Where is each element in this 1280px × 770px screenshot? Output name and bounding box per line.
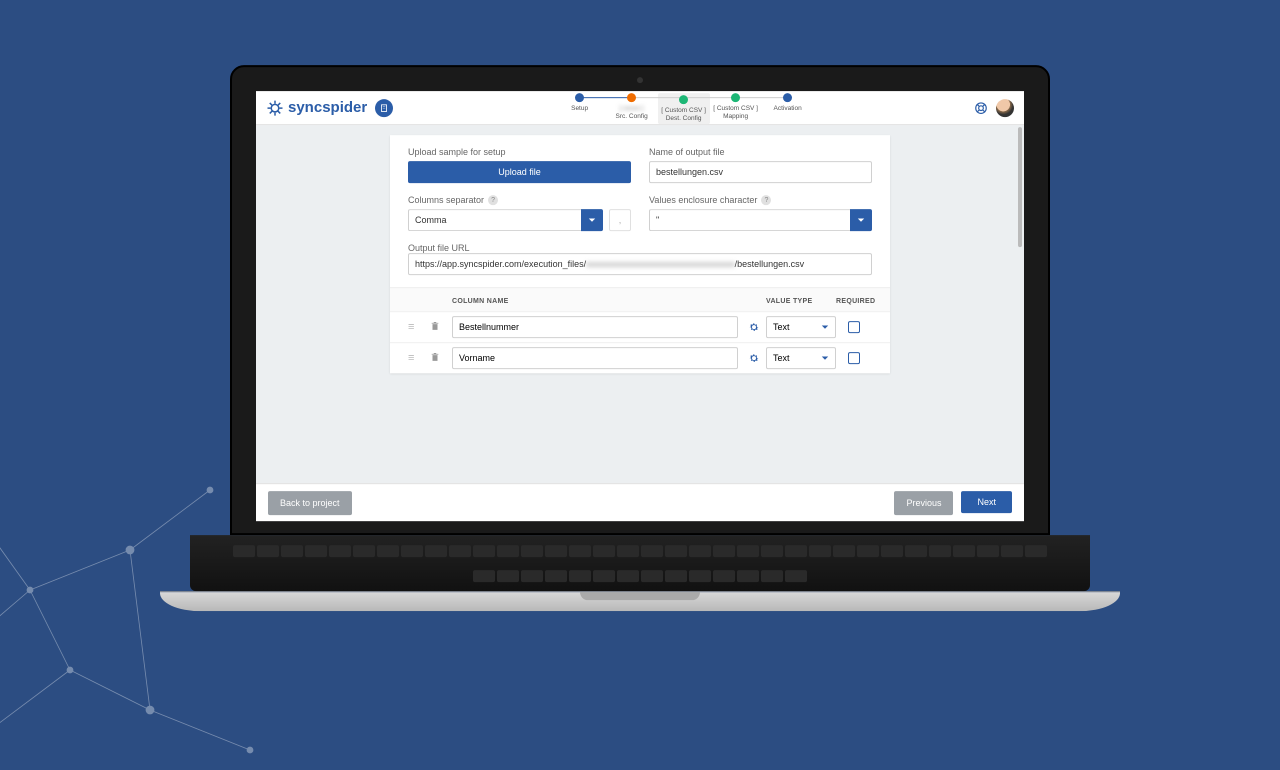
chevron-down-icon [821, 323, 829, 331]
separator-char-box: , [609, 209, 631, 231]
app-screen: syncspider Setup [ xxxxx ]Src. Config [256, 91, 1024, 521]
required-checkbox[interactable] [848, 321, 860, 333]
separator-select[interactable] [408, 209, 581, 231]
upload-label: Upload sample for setup [408, 147, 631, 157]
help-icon[interactable]: ? [488, 195, 498, 205]
laptop-keyboard [190, 535, 1090, 591]
chevron-down-icon[interactable] [581, 209, 603, 231]
brand-logo[interactable]: syncspider [266, 99, 367, 117]
config-card: Upload sample for setup Upload file Name… [390, 135, 890, 373]
header-value-type: VALUE TYPE [766, 298, 836, 305]
back-to-project-button[interactable]: Back to project [268, 491, 352, 515]
enclosure-label: Values enclosure character ? [649, 195, 872, 205]
drag-handle-icon[interactable]: ≡ [408, 321, 430, 333]
table-row: ≡ Text [390, 311, 890, 342]
drag-handle-icon[interactable]: ≡ [408, 352, 430, 364]
topbar: syncspider Setup [ xxxxx ]Src. Config [256, 91, 1024, 125]
content-area: Upload sample for setup Upload file Name… [256, 125, 1024, 483]
output-name-label: Name of output file [649, 147, 872, 157]
step-activation[interactable]: Activation [762, 94, 814, 113]
laptop-base [160, 591, 1120, 611]
enclosure-select[interactable] [649, 209, 850, 231]
laptop-frame: syncspider Setup [ xxxxx ]Src. Config [230, 65, 1050, 611]
header-required: REQUIRED [836, 298, 872, 305]
chevron-down-icon[interactable] [850, 209, 872, 231]
footer-bar: Back to project Previous Next [256, 483, 1024, 521]
header-column-name: COLUMN NAME [452, 298, 742, 305]
value-type-select[interactable]: Text [766, 347, 836, 369]
chevron-down-icon [821, 354, 829, 362]
previous-button[interactable]: Previous [894, 491, 953, 515]
gear-icon[interactable] [742, 352, 766, 364]
wizard-stepper: Setup [ xxxxx ]Src. Config [ Custom CSV … [401, 94, 966, 124]
required-checkbox[interactable] [848, 352, 860, 364]
column-name-input[interactable] [452, 316, 738, 338]
separator-label: Columns separator ? [408, 195, 631, 205]
table-row: ≡ Text [390, 342, 890, 373]
camera-dot [637, 77, 643, 83]
brand-name: syncspider [288, 99, 367, 116]
columns-table: COLUMN NAME VALUE TYPE REQUIRED ≡ Text [390, 287, 890, 373]
step-setup[interactable]: Setup [554, 94, 606, 113]
help-icon[interactable]: ? [761, 195, 771, 205]
next-button[interactable]: Next [961, 491, 1012, 513]
url-label: Output file URL [408, 243, 872, 253]
delete-icon[interactable] [430, 321, 452, 334]
user-avatar[interactable] [996, 99, 1014, 117]
table-header: COLUMN NAME VALUE TYPE REQUIRED [390, 288, 890, 311]
app-badge-icon[interactable] [375, 99, 393, 117]
upload-file-button[interactable]: Upload file [408, 161, 631, 183]
column-name-input[interactable] [452, 347, 738, 369]
output-name-input[interactable] [649, 161, 872, 183]
scrollbar[interactable] [1018, 127, 1022, 247]
output-url-field[interactable]: https://app.syncspider.com/execution_fil… [408, 253, 872, 275]
delete-icon[interactable] [430, 352, 452, 365]
help-icon[interactable] [974, 101, 988, 115]
gear-icon[interactable] [742, 321, 766, 333]
spider-icon [266, 99, 284, 117]
value-type-select[interactable]: Text [766, 316, 836, 338]
